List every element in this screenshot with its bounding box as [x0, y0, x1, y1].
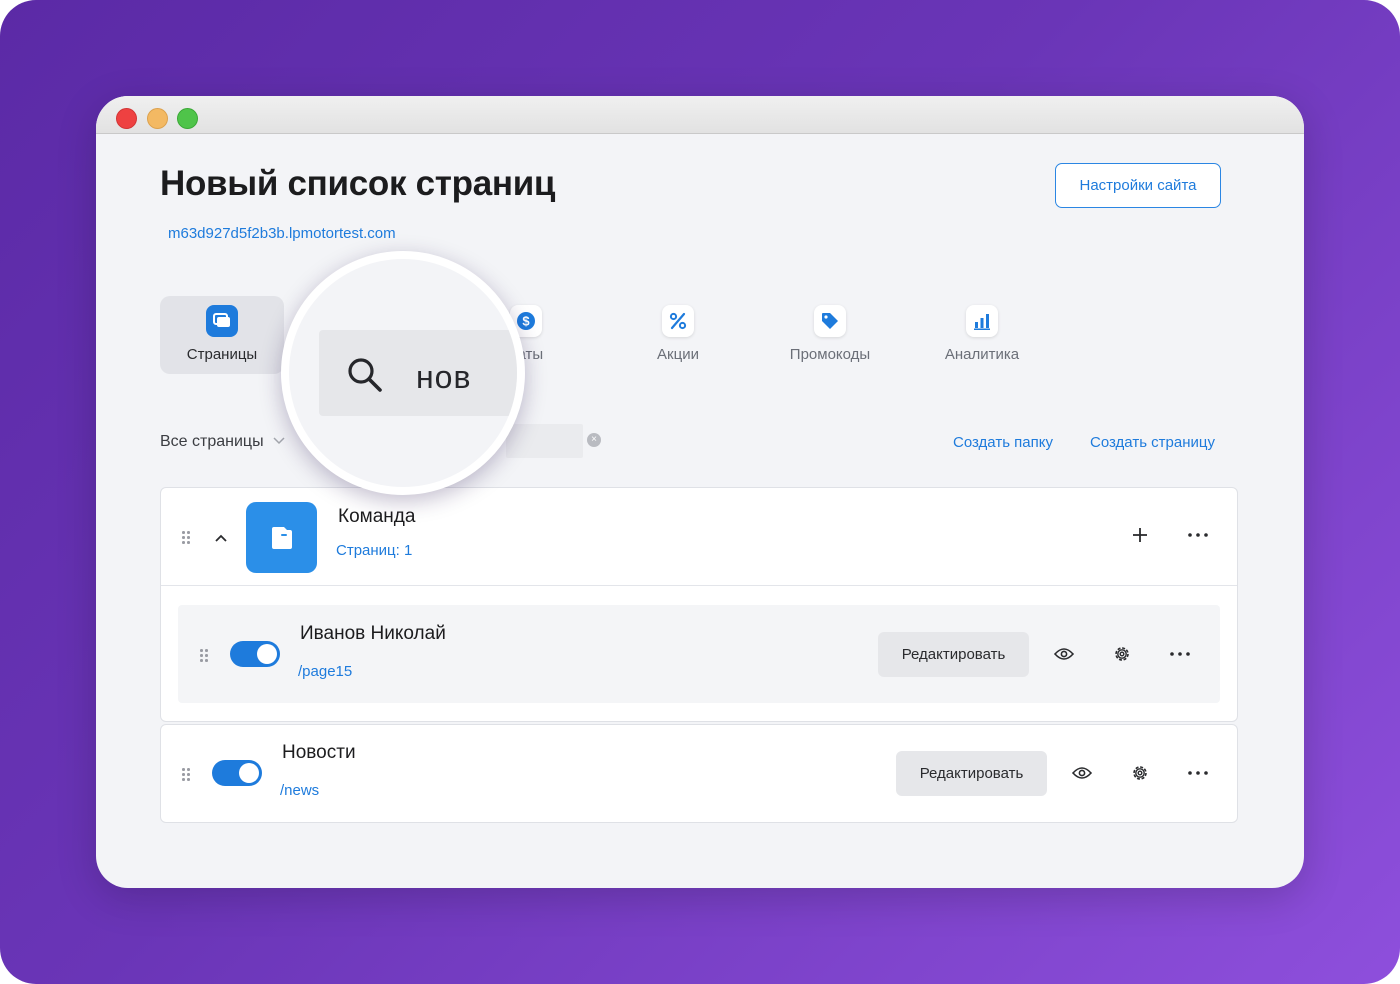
- edit-button[interactable]: Редактировать: [878, 632, 1029, 677]
- clear-search-icon[interactable]: ×: [587, 433, 601, 447]
- create-folder-link[interactable]: Создать папку: [953, 434, 1053, 451]
- drag-handle-icon[interactable]: [182, 531, 192, 545]
- page-path[interactable]: /news: [280, 782, 319, 799]
- page-title[interactable]: Иванов Николай: [300, 623, 446, 645]
- tab-promocodes-label: Промокоды: [789, 346, 871, 363]
- gear-icon[interactable]: [1127, 760, 1153, 786]
- more-options-icon[interactable]: [1185, 522, 1211, 548]
- create-page-link[interactable]: Создать страницу: [1090, 434, 1215, 451]
- filter-label: Все страницы: [160, 433, 264, 450]
- eye-icon[interactable]: [1051, 641, 1077, 667]
- window-titlebar: [96, 96, 1304, 134]
- more-options-icon[interactable]: [1185, 760, 1211, 786]
- pages-filter-dropdown[interactable]: Все страницы: [160, 433, 286, 451]
- drag-handle-icon[interactable]: [200, 649, 210, 663]
- pages-icon: [206, 305, 238, 337]
- tag-icon: [814, 305, 846, 337]
- tab-pages[interactable]: Страницы: [160, 296, 284, 374]
- edit-button[interactable]: Редактировать: [896, 751, 1047, 796]
- chevron-down-icon: [272, 433, 286, 451]
- more-options-icon[interactable]: [1167, 641, 1193, 667]
- folder-page-count: Страниц: 1: [336, 542, 413, 559]
- folder-divider: [161, 585, 1237, 586]
- magnifier-lens: нов: [281, 251, 525, 495]
- site-settings-button[interactable]: Настройки сайта: [1055, 163, 1221, 208]
- tab-promotions[interactable]: Акции: [616, 296, 740, 374]
- gear-icon[interactable]: [1109, 641, 1135, 667]
- zoom-window-button[interactable]: [177, 108, 198, 129]
- tab-analytics[interactable]: Аналитика: [920, 296, 1044, 374]
- tab-analytics-label: Аналитика: [944, 346, 1020, 363]
- search-input[interactable]: [506, 424, 583, 458]
- percent-icon: [662, 305, 694, 337]
- svg-text:$: $: [522, 314, 530, 329]
- chart-icon: [966, 305, 998, 337]
- background-frame: Новый список страниц m63d927d5f2b3b.lpmo…: [0, 0, 1400, 984]
- add-icon[interactable]: [1127, 522, 1153, 548]
- eye-icon[interactable]: [1069, 760, 1095, 786]
- tab-promocodes[interactable]: Промокоды: [768, 296, 892, 374]
- page-path[interactable]: /page15: [298, 663, 352, 680]
- collapse-chevron-up-icon[interactable]: [208, 525, 234, 551]
- tab-pages-label: Страницы: [186, 346, 258, 363]
- minimize-window-button[interactable]: [147, 108, 168, 129]
- site-url-link[interactable]: m63d927d5f2b3b.lpmotortest.com: [168, 225, 396, 242]
- page-title[interactable]: Новости: [282, 742, 356, 764]
- folder-title[interactable]: Команда: [338, 506, 415, 528]
- folder-icon: [246, 502, 317, 573]
- tab-promotions-label: Акции: [657, 346, 699, 363]
- search-icon: [345, 355, 385, 400]
- page-visibility-toggle[interactable]: [230, 641, 280, 667]
- page-visibility-toggle[interactable]: [212, 760, 262, 786]
- app-window: Новый список страниц m63d927d5f2b3b.lpmo…: [96, 96, 1304, 888]
- drag-handle-icon[interactable]: [182, 768, 192, 782]
- folder-card: [160, 487, 1238, 722]
- page-title: Новый список страниц: [160, 164, 556, 203]
- close-window-button[interactable]: [116, 108, 137, 129]
- search-query-text: нов: [416, 359, 472, 395]
